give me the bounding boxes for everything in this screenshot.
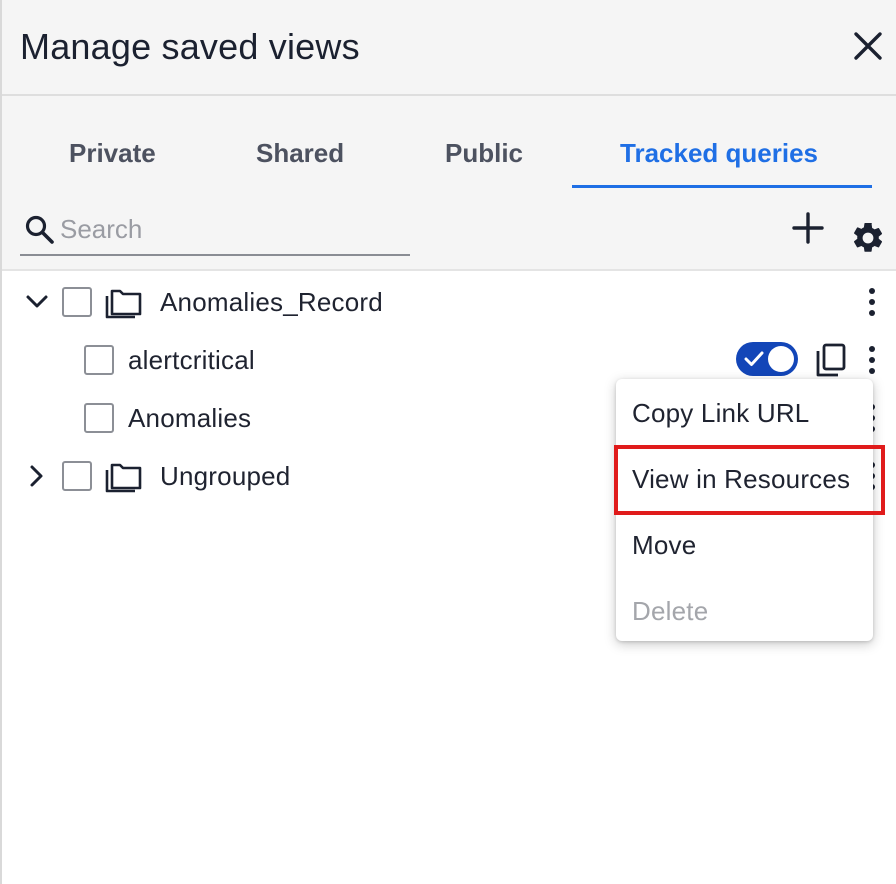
item-label: Anomalies	[128, 403, 252, 433]
panel-header: Manage saved views	[2, 0, 896, 96]
search-icon	[25, 215, 54, 244]
tree-group-row[interactable]: Anomalies_Record	[2, 273, 896, 331]
folder-icon	[105, 463, 142, 493]
copy-icon	[816, 343, 846, 377]
group-checkbox[interactable]	[62, 287, 92, 317]
tab-private[interactable]: Private	[69, 138, 156, 169]
item-checkbox[interactable]	[84, 345, 114, 375]
menu-item-move[interactable]: Move	[616, 513, 873, 577]
menu-item-copy-link-url[interactable]: Copy Link URL	[616, 381, 873, 445]
search-input[interactable]	[60, 210, 405, 248]
chevron-right-icon	[30, 465, 43, 487]
group-label: Ungrouped	[160, 461, 291, 491]
folder-icon	[105, 289, 142, 319]
chevron-down-icon	[26, 295, 48, 308]
expand-toggle[interactable]	[22, 287, 52, 317]
active-tab-indicator	[572, 185, 872, 188]
highlight-annotation	[614, 445, 885, 515]
group-checkbox[interactable]	[62, 461, 92, 491]
item-checkbox[interactable]	[84, 403, 114, 433]
toggle-knob	[768, 346, 794, 372]
add-button[interactable]	[790, 210, 826, 246]
tabs-toolbar-area: Private Shared Public Tracked queries	[2, 96, 896, 271]
tab-shared[interactable]: Shared	[256, 138, 344, 169]
copy-button[interactable]	[814, 341, 848, 379]
settings-button[interactable]	[850, 220, 886, 256]
close-icon	[854, 32, 882, 60]
kebab-icon	[869, 346, 875, 374]
item-label: alertcritical	[128, 345, 255, 375]
tab-public[interactable]: Public	[445, 138, 523, 169]
plus-icon	[792, 212, 824, 244]
check-icon	[744, 351, 764, 366]
kebab-icon	[869, 288, 875, 316]
gear-icon	[854, 222, 883, 252]
search-field	[20, 206, 410, 256]
saved-views-panel: Manage saved views Private Shared Public…	[0, 0, 896, 884]
tracking-toggle[interactable]	[736, 342, 798, 376]
group-label: Anomalies_Record	[160, 287, 383, 317]
more-options-button[interactable]	[858, 343, 886, 377]
close-button[interactable]	[848, 26, 888, 66]
more-options-button[interactable]	[858, 285, 886, 319]
tab-tracked-queries[interactable]: Tracked queries	[620, 138, 818, 169]
menu-item-delete: Delete	[632, 596, 709, 626]
page-title: Manage saved views	[20, 26, 360, 67]
expand-toggle[interactable]	[22, 461, 52, 491]
